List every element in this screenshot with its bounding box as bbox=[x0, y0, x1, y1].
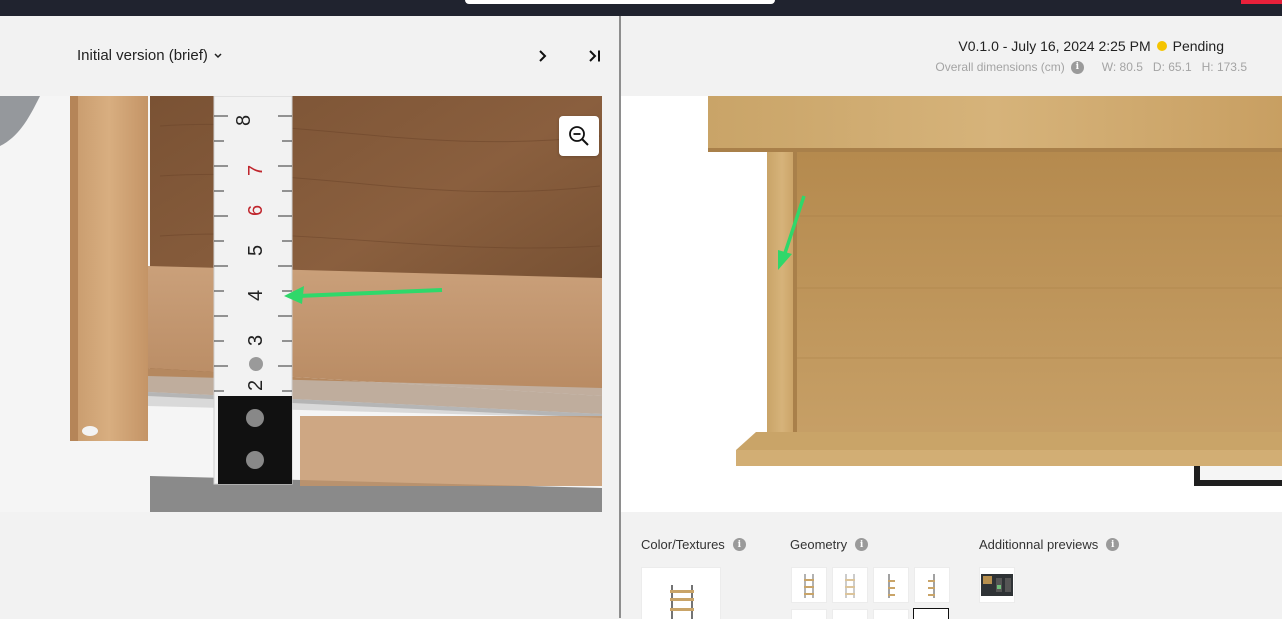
shelf-geometry-icon bbox=[888, 574, 895, 598]
chevron-down-icon bbox=[214, 52, 222, 58]
tape-number: 6 bbox=[245, 205, 267, 216]
tape-number: 2 bbox=[245, 380, 267, 391]
options-panel: Color/Textures i Geometry i Additionnal … bbox=[621, 512, 1282, 619]
version-dropdown[interactable]: Initial version (brief) bbox=[77, 47, 223, 64]
dimension-width: W: 80.5 bbox=[1101, 60, 1143, 74]
geometry-label: Geometry bbox=[790, 537, 848, 552]
tape-number: 8 bbox=[233, 115, 255, 126]
geometry-section: Geometry i bbox=[790, 537, 869, 552]
shelf-geometry-icon bbox=[804, 574, 814, 598]
next-version-button[interactable] bbox=[533, 46, 553, 66]
left-header: Initial version (brief) bbox=[0, 16, 619, 96]
tape-number: 4 bbox=[245, 290, 267, 301]
top-bar bbox=[0, 0, 1282, 16]
tape-number: 5 bbox=[245, 245, 267, 256]
additional-previews-section: Additionnal previews i bbox=[979, 537, 1120, 552]
room-preview-icon bbox=[981, 574, 1013, 596]
version-text: V0.1.0 - July 16, 2024 2:25 PM bbox=[958, 38, 1151, 54]
dimension-height: H: 173.5 bbox=[1201, 60, 1247, 74]
tape-number: 3 bbox=[245, 335, 267, 346]
color-textures-section: Color/Textures i bbox=[641, 537, 746, 552]
dimension-depth: D: 65.1 bbox=[1152, 60, 1192, 74]
geometry-option[interactable] bbox=[832, 567, 868, 603]
status-text: Pending bbox=[1172, 38, 1224, 54]
geometry-option-selected[interactable] bbox=[913, 608, 949, 619]
dimensions-label: Overall dimensions (cm) bbox=[935, 60, 1065, 74]
search-box[interactable] bbox=[465, 0, 775, 4]
info-icon[interactable]: i bbox=[1070, 60, 1084, 74]
zoom-button[interactable] bbox=[559, 116, 599, 156]
texture-thumbnail[interactable] bbox=[641, 567, 721, 619]
version-info: V0.1.0 - July 16, 2024 2:25 PM Pending bbox=[958, 38, 1224, 54]
info-icon[interactable]: i bbox=[732, 538, 746, 551]
tape-number: 7 bbox=[245, 165, 267, 176]
top-action-button[interactable] bbox=[1241, 0, 1282, 4]
3d-render-view[interactable] bbox=[621, 96, 1282, 512]
shelf-preview-icon bbox=[670, 585, 694, 619]
last-version-button[interactable] bbox=[585, 46, 605, 66]
shelf-geometry-icon bbox=[928, 574, 935, 598]
color-textures-label: Color/Textures bbox=[641, 537, 725, 552]
dimensions-info: Overall dimensions (cm) i W: 80.5 D: 65.… bbox=[935, 60, 1247, 74]
reference-photo: 8 7 6 5 4 3 2 bbox=[0, 96, 602, 512]
info-icon[interactable]: i bbox=[1106, 538, 1120, 551]
geometry-option[interactable] bbox=[791, 567, 827, 603]
render-image bbox=[621, 96, 1282, 512]
additional-previews-label: Additionnal previews bbox=[979, 537, 1099, 552]
reference-photo-image: 8 7 6 5 4 3 2 bbox=[0, 96, 602, 512]
geometry-option[interactable] bbox=[914, 567, 950, 603]
chevron-right-icon bbox=[539, 50, 547, 62]
info-icon[interactable]: i bbox=[855, 538, 869, 551]
additional-preview-thumbnail[interactable] bbox=[979, 567, 1015, 603]
status-dot-icon bbox=[1156, 41, 1167, 51]
zoom-out-icon bbox=[569, 126, 589, 146]
version-dropdown-label: Initial version (brief) bbox=[77, 47, 208, 64]
shelf-geometry-icon bbox=[845, 574, 855, 598]
right-header: V0.1.0 - July 16, 2024 2:25 PM Pending O… bbox=[621, 16, 1282, 96]
skip-to-end-icon bbox=[589, 50, 600, 62]
geometry-option[interactable] bbox=[873, 567, 909, 603]
